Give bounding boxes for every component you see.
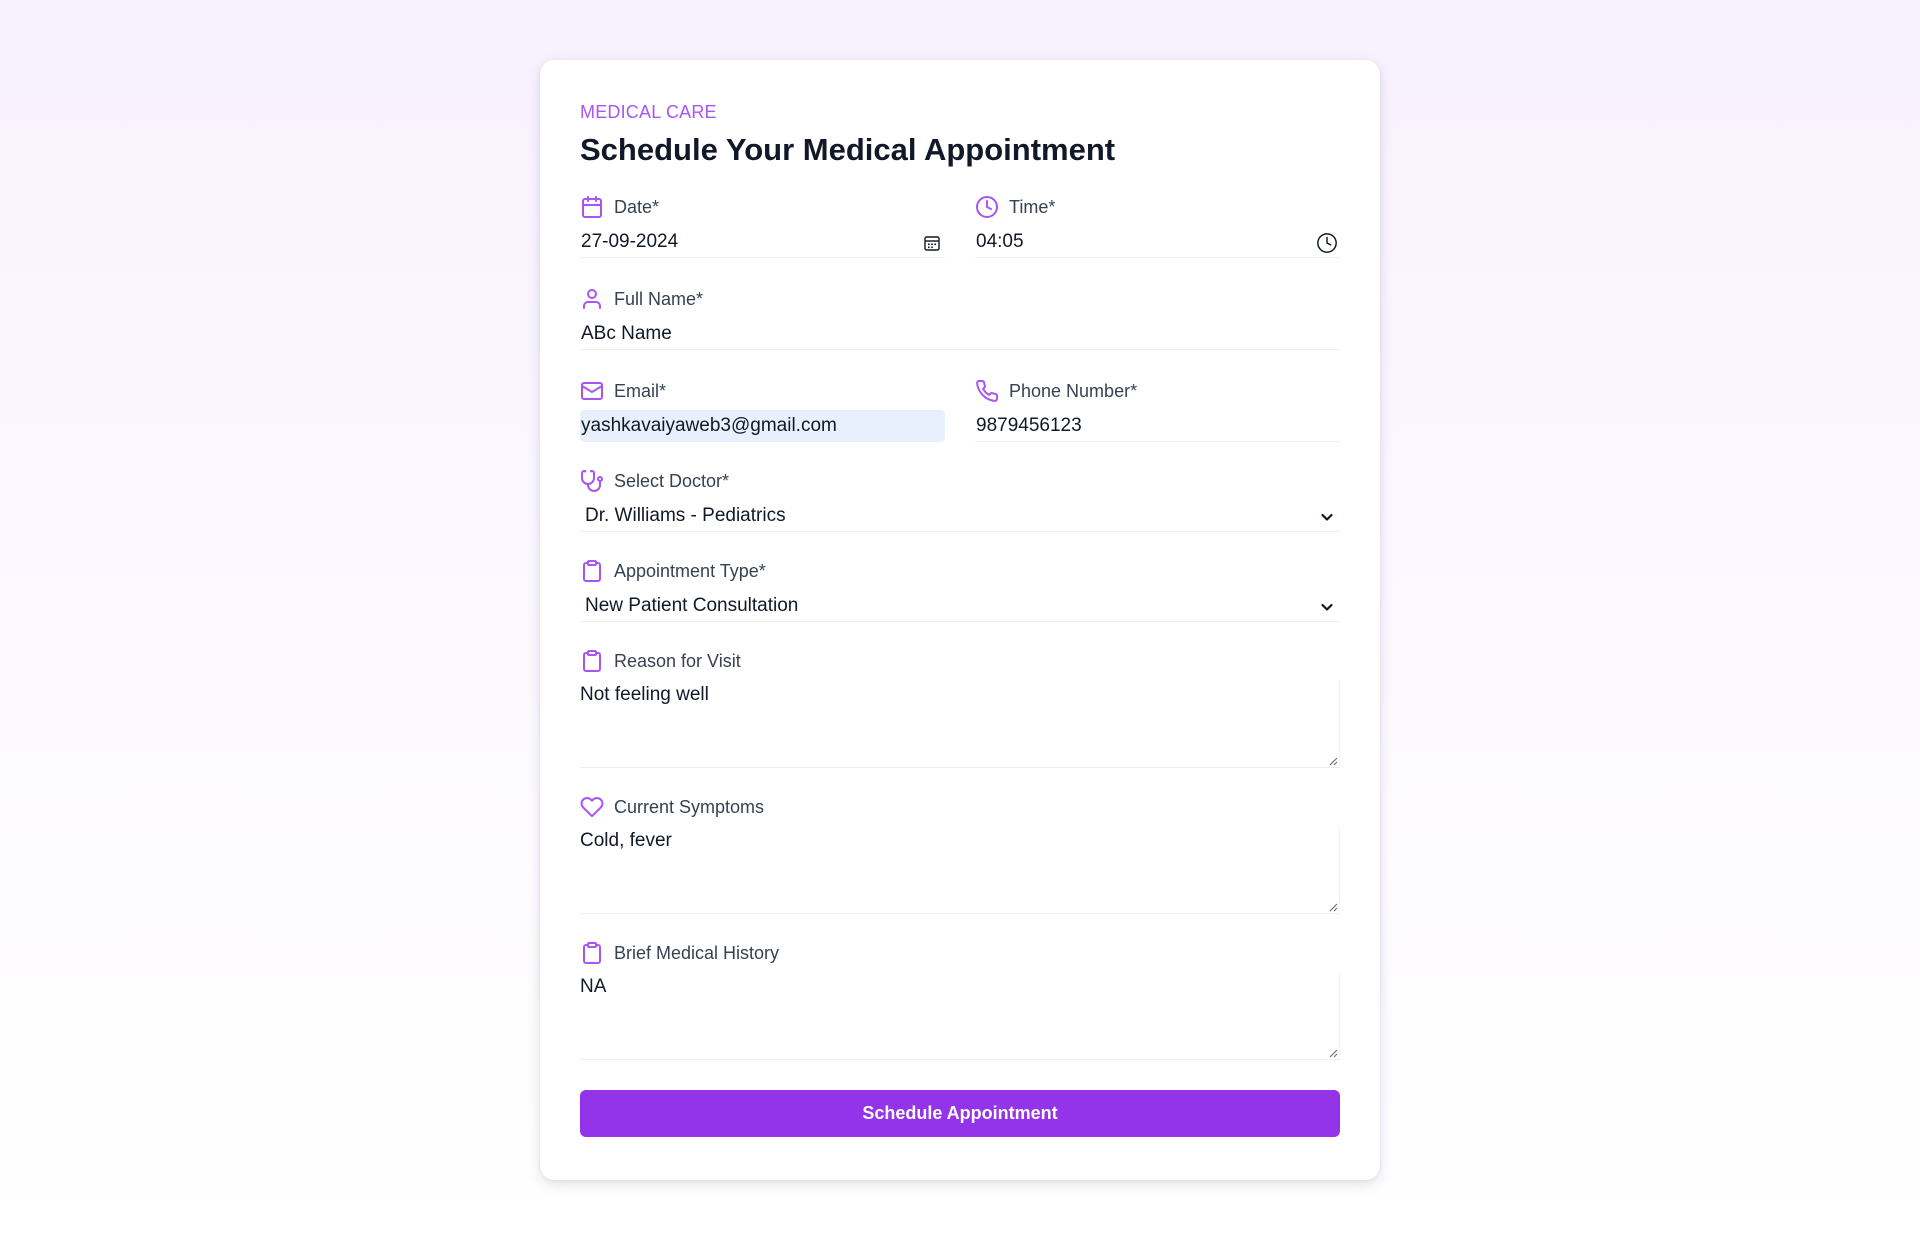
history-label: Brief Medical History xyxy=(614,942,780,963)
date-field: Date* 27-09-2024 xyxy=(580,194,945,258)
phone-field: Phone Number* 9879456123 xyxy=(975,378,1340,442)
appointment-type-value: New Patient Consultation xyxy=(585,595,799,616)
symptoms-value: Cold, fever xyxy=(580,830,672,851)
phone-input[interactable]: 9879456123 xyxy=(975,410,1340,442)
resize-handle-icon[interactable] xyxy=(1326,1046,1338,1058)
history-value: NA xyxy=(580,976,607,997)
doctor-select[interactable]: Dr. Williams - Pediatrics xyxy=(580,500,1340,532)
clock-picker-icon[interactable] xyxy=(1316,232,1338,254)
user-icon xyxy=(583,289,601,309)
date-input[interactable]: 27-09-2024 xyxy=(580,226,945,258)
resize-handle-icon[interactable] xyxy=(1326,754,1338,766)
mail-icon xyxy=(581,382,603,400)
chevron-down-icon xyxy=(1316,506,1338,528)
reason-value: Not feeling well xyxy=(580,684,709,705)
time-field: Time* 04:05 xyxy=(975,194,1340,258)
heart-icon xyxy=(580,797,604,818)
email-field: Email* yashkavaiyaweb3@gmail.com xyxy=(580,378,945,442)
clipboard-icon xyxy=(583,650,601,672)
phone-icon xyxy=(976,380,999,402)
appointment-card: MEDICAL CARE Schedule Your Medical Appoi… xyxy=(540,60,1380,1180)
reason-textarea[interactable]: Not feeling well xyxy=(580,680,1340,768)
reason-field: Reason for Visit Not feeling well xyxy=(580,648,1340,768)
clock-icon xyxy=(976,196,998,218)
full-name-input[interactable]: ABc Name xyxy=(580,318,1340,350)
clipboard-icon xyxy=(583,560,601,582)
calendar-picker-icon[interactable] xyxy=(921,232,943,254)
symptoms-label: Current Symptoms xyxy=(614,796,765,817)
appointment-type-field: Appointment Type* New Patient Consultati… xyxy=(580,558,1340,622)
time-label: Time* xyxy=(1009,196,1056,217)
calendar-icon xyxy=(582,196,602,218)
schedule-appointment-button[interactable]: Schedule Appointment xyxy=(580,1090,1340,1137)
clipboard-icon xyxy=(583,942,601,964)
appointment-type-label: Appointment Type* xyxy=(614,560,766,581)
phone-value: 9879456123 xyxy=(976,415,1082,436)
time-input[interactable]: 04:05 xyxy=(975,226,1340,258)
email-label: Email* xyxy=(614,380,667,401)
reason-label: Reason for Visit xyxy=(614,650,741,671)
resize-handle-icon[interactable] xyxy=(1326,900,1338,912)
time-value: 04:05 xyxy=(976,231,1024,252)
date-label: Date* xyxy=(614,196,660,217)
doctor-field: Select Doctor* Dr. Williams - Pediatrics xyxy=(580,468,1340,532)
page-title: Schedule Your Medical Appointment xyxy=(580,132,1116,167)
section-eyebrow: MEDICAL CARE xyxy=(580,102,717,122)
doctor-label: Select Doctor* xyxy=(614,470,730,491)
stethoscope-icon xyxy=(581,470,603,492)
appointment-type-select[interactable]: New Patient Consultation xyxy=(580,590,1340,622)
symptoms-field: Current Symptoms Cold, fever xyxy=(580,794,1340,914)
history-textarea[interactable]: NA xyxy=(580,972,1340,1060)
symptoms-textarea[interactable]: Cold, fever xyxy=(580,826,1340,914)
email-input[interactable]: yashkavaiyaweb3@gmail.com xyxy=(580,410,945,442)
date-value: 27-09-2024 xyxy=(581,231,679,252)
email-value: yashkavaiyaweb3@gmail.com xyxy=(581,415,837,436)
full-name-label: Full Name* xyxy=(614,288,704,309)
phone-label: Phone Number* xyxy=(1009,380,1138,401)
doctor-value: Dr. Williams - Pediatrics xyxy=(585,505,786,526)
chevron-down-icon xyxy=(1316,596,1338,618)
history-field: Brief Medical History NA xyxy=(580,940,1340,1060)
full-name-field: Full Name* ABc Name xyxy=(580,286,1340,350)
full-name-value: ABc Name xyxy=(581,323,672,344)
